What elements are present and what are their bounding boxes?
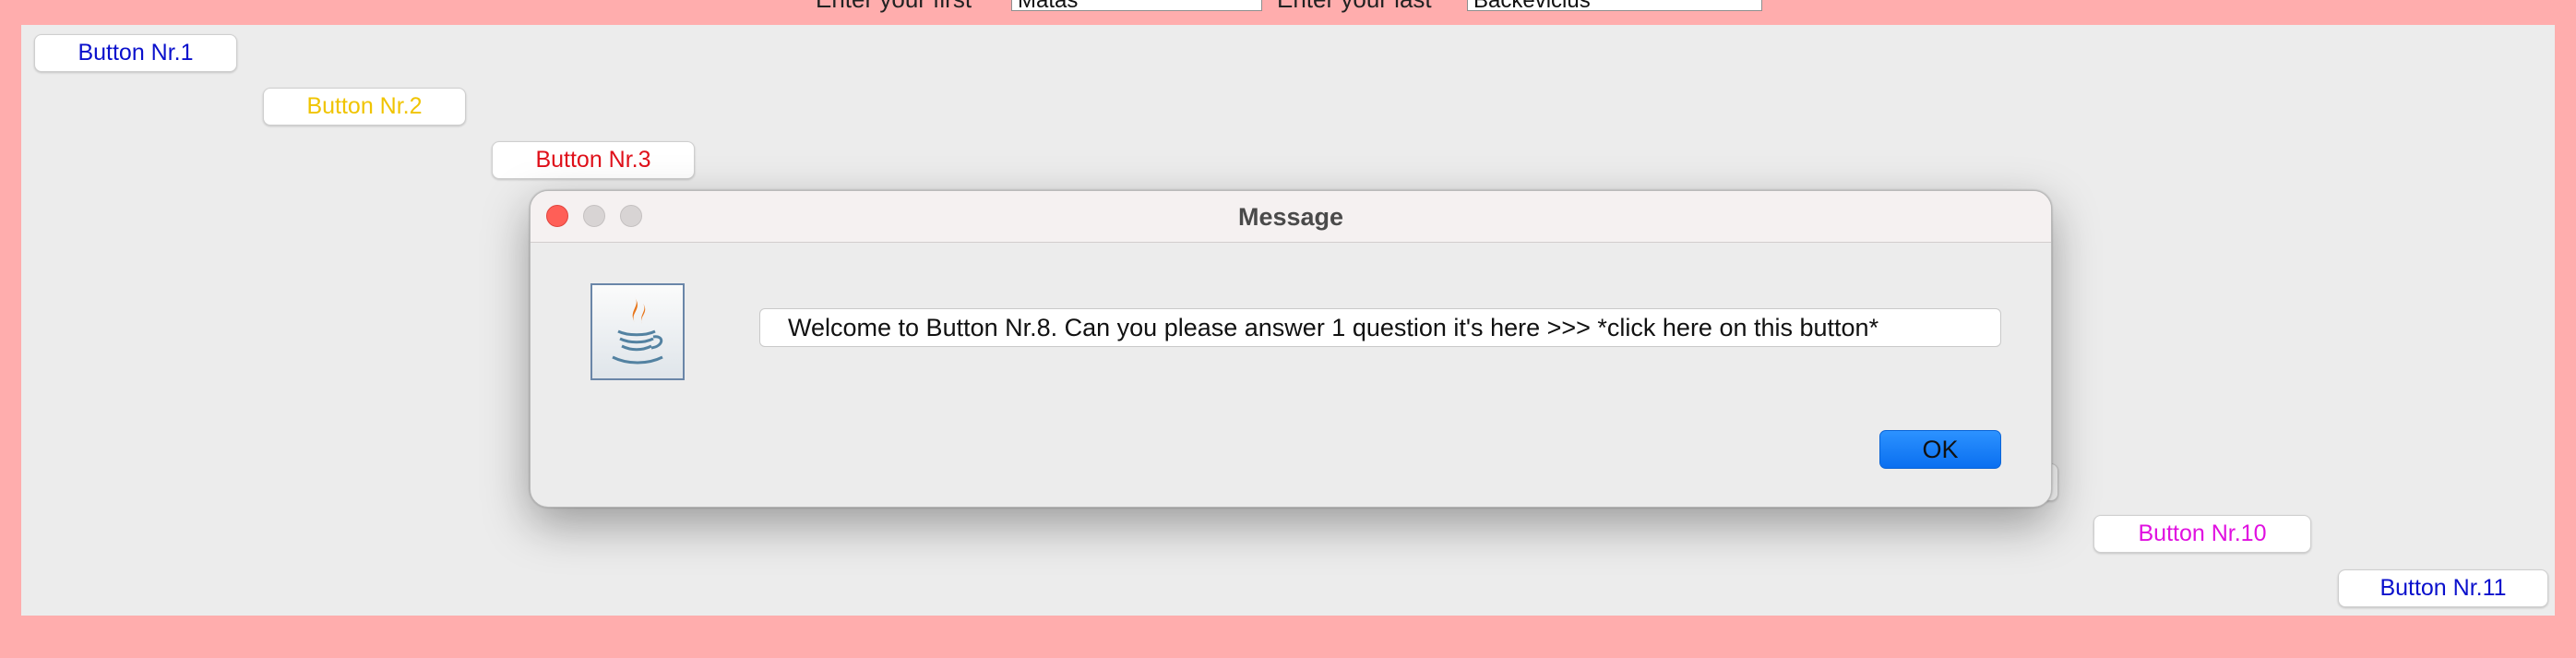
dialog-title-bar: Message — [531, 191, 2051, 243]
button-nr-10[interactable]: Button Nr.10 — [2093, 515, 2311, 553]
first-name-field[interactable]: Matas — [1011, 0, 1262, 11]
last-name-label: Enter your last — [1277, 0, 1432, 14]
message-dialog: Message Welcome to Button Nr.8. Can you … — [530, 190, 2052, 508]
java-coffee-cup-icon — [590, 283, 685, 380]
name-form-row: Enter your first Matas Enter your last B… — [0, 0, 2576, 20]
button-nr-3[interactable]: Button Nr.3 — [492, 141, 695, 179]
last-name-field[interactable]: Backevicius — [1467, 0, 1762, 11]
button-nr-1[interactable]: Button Nr.1 — [34, 34, 237, 72]
button-nr-11[interactable]: Button Nr.11 — [2338, 569, 2548, 607]
button-nr-2[interactable]: Button Nr.2 — [263, 88, 466, 126]
ok-button[interactable]: OK — [1879, 430, 2001, 469]
first-name-label: Enter your first — [816, 0, 972, 14]
dialog-message-field[interactable]: Welcome to Button Nr.8. Can you please a… — [759, 308, 2001, 347]
dialog-title: Message — [1237, 203, 1344, 231]
